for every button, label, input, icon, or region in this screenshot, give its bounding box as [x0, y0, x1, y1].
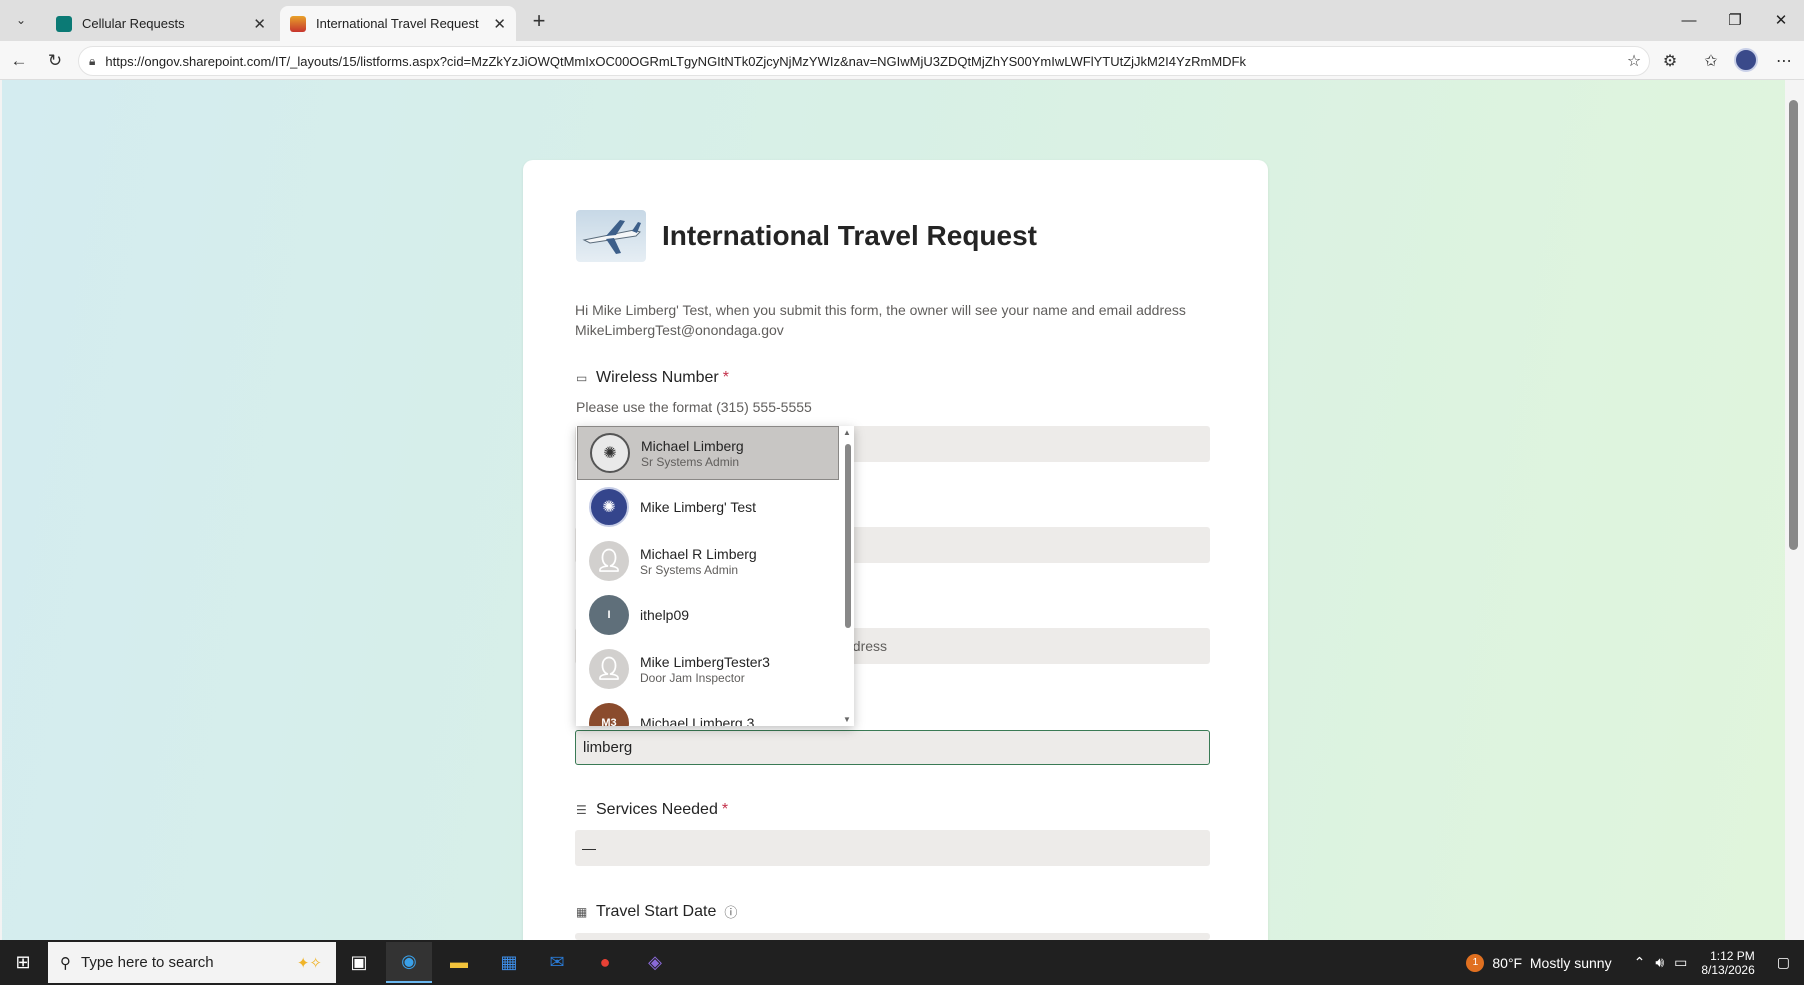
person-placeholder-avatar: 👤︎ [589, 541, 629, 581]
weather-icon[interactable]: 1 [1466, 953, 1485, 972]
suggestion-michael-r-limberg[interactable]: 👤︎ Michael R Limberg Sr Systems Admin [577, 534, 839, 588]
sharepoint-icon [56, 15, 72, 32]
seal-avatar: ✺ [589, 487, 629, 527]
person-placeholder-avatar: 👤︎ [589, 649, 629, 689]
edge-icon[interactable]: ◉ [386, 942, 432, 983]
suggestion-title: Door Jam Inspector [640, 670, 745, 685]
scroll-up-arrow-icon[interactable]: ▲ [843, 428, 851, 437]
initials-avatar: M3 [589, 703, 629, 726]
question-hint: Please use the format (315) 555-5555 [576, 399, 812, 415]
outlook-icon[interactable]: ✉ [534, 942, 580, 983]
dropdown-value: — [582, 840, 596, 856]
clock[interactable]: 1:12 PM 8/13/2026 [1701, 949, 1754, 977]
page-scroll-thumb[interactable] [1789, 100, 1798, 550]
store-icon[interactable]: ▦ [486, 942, 532, 983]
search-icon: ⚲ [60, 954, 71, 972]
app-icon[interactable]: ◈ [632, 942, 678, 983]
seal-avatar: ✺ [590, 433, 630, 473]
windows-start-icon[interactable]: ⊞ [0, 942, 46, 983]
more-menu-icon[interactable]: ⋯ [1770, 48, 1798, 74]
people-picker-input[interactable]: limberg [575, 730, 1210, 765]
question-services-needed: ☰ Services Needed * [576, 801, 728, 819]
suggestion-ithelp09[interactable]: I ithelp09 [577, 588, 839, 642]
profile-avatar[interactable] [1734, 48, 1758, 72]
suggestions-scroll-thumb[interactable] [845, 444, 851, 628]
address-bar[interactable]: 🔒︎ https://ongov.sharepoint.com/IT/_layo… [78, 46, 1650, 76]
people-picker-value: limberg [583, 739, 633, 756]
calendar-icon: ▦ [576, 904, 588, 919]
form-intro-text: Hi Mike Limberg' Test, when you submit t… [575, 302, 1186, 338]
form-title: International Travel Request [662, 220, 1037, 251]
suggestion-name: Michael Limberg 3 [640, 715, 755, 726]
task-view-icon[interactable]: ▣ [336, 942, 382, 983]
favorite-star-icon[interactable]: ☆ [1620, 48, 1648, 74]
people-picker-suggestions: ✺ Michael Limberg Sr Systems Admin ✺ Mike… [576, 426, 854, 726]
close-window-button[interactable]: ✕ [1758, 6, 1804, 34]
info-icon[interactable]: ⓘ [724, 902, 737, 921]
tab-label: Cellular Requests [82, 16, 185, 31]
back-button[interactable]: ← [6, 48, 32, 74]
suggestion-title: Sr Systems Admin [640, 562, 739, 577]
extensions-icon[interactable]: ⚙ [1656, 48, 1684, 74]
tab-list-chevron-icon[interactable]: ⌄ [8, 8, 34, 32]
services-needed-dropdown[interactable]: — [575, 830, 1210, 866]
suggestion-name: Mike LimbergTester3 [640, 653, 770, 670]
refresh-button[interactable]: ↻ [42, 48, 68, 74]
suggestion-name: ithelp09 [640, 607, 690, 623]
minimize-button[interactable]: — [1666, 6, 1712, 34]
scroll-down-arrow-icon[interactable]: ▼ [843, 715, 851, 724]
close-tab-icon[interactable]: ✕ [253, 15, 266, 33]
suggestion-name: Michael R Limberg [640, 545, 757, 562]
forms-icon [290, 15, 306, 32]
restore-button[interactable]: ❐ [1712, 6, 1758, 34]
text-field-icon: ▭ [576, 371, 588, 385]
required-marker: * [722, 369, 729, 386]
question-wireless-number: ▭ Wireless Number * [576, 369, 729, 387]
suggestion-mike-limbergtester3[interactable]: 👤︎ Mike LimbergTester3 Door Jam Inspector [577, 642, 839, 696]
chevron-up-icon[interactable]: ⌃ [1634, 954, 1646, 971]
taskbar-search[interactable]: ⚲ Type here to search ✦✧ [48, 942, 336, 983]
list-icon: ☰ [576, 803, 587, 817]
search-placeholder: Type here to search [81, 954, 214, 971]
initials-avatar: I [589, 595, 629, 635]
required-marker: * [721, 801, 729, 818]
sparkle-icon: ✦✧ [296, 954, 322, 972]
suggestion-michael-limberg-3[interactable]: M3 Michael Limberg 3 [577, 696, 839, 726]
tab-international-travel-request[interactable]: International Travel Request ✕ [280, 6, 516, 41]
suggestion-name: Michael Limberg [641, 437, 744, 454]
travel-start-date-input[interactable] [575, 933, 1210, 940]
volume-icon[interactable]: 🔊︎ [1655, 954, 1664, 971]
chrome-icon[interactable]: ● [582, 942, 628, 983]
airplane-logo [576, 210, 646, 262]
question-label: Wireless Number [596, 369, 719, 386]
system-tray: 1 80°F Mostly sunny ⌃ 🔊︎ ▭ 1:12 PM 8/13/… [1466, 940, 1804, 985]
question-label: Services Needed [596, 801, 718, 818]
suggestion-title: Sr Systems Admin [641, 454, 740, 469]
lock-icon: 🔒︎ [89, 53, 96, 68]
tab-label: International Travel Request [316, 16, 479, 31]
clock-date: 8/13/2026 [1701, 962, 1755, 977]
question-travel-start-date: ▦ Travel Start Date ⓘ [576, 902, 737, 921]
close-tab-icon[interactable]: ✕ [493, 15, 506, 33]
favorites-icon[interactable]: ✩ [1697, 48, 1725, 74]
network-icon[interactable]: ▭ [1674, 954, 1687, 971]
weather-text[interactable]: 80°F Mostly sunny [1492, 955, 1611, 971]
new-tab-button[interactable]: + [524, 8, 554, 34]
suggestion-mike-limberg-test[interactable]: ✺ Mike Limberg' Test [577, 480, 839, 534]
question-label: Travel Start Date [596, 902, 717, 920]
clock-time: 1:12 PM [1710, 948, 1755, 963]
tab-cellular-requests[interactable]: Cellular Requests ✕ [46, 6, 276, 41]
suggestion-michael-limberg[interactable]: ✺ Michael Limberg Sr Systems Admin [577, 426, 839, 480]
notifications-icon[interactable]: ▢ [1777, 954, 1790, 971]
url-text[interactable]: https://ongov.sharepoint.com/IT/_layouts… [105, 54, 1246, 69]
file-explorer-icon[interactable]: ▬ [436, 942, 482, 983]
suggestion-name: Mike Limberg' Test [640, 499, 757, 515]
